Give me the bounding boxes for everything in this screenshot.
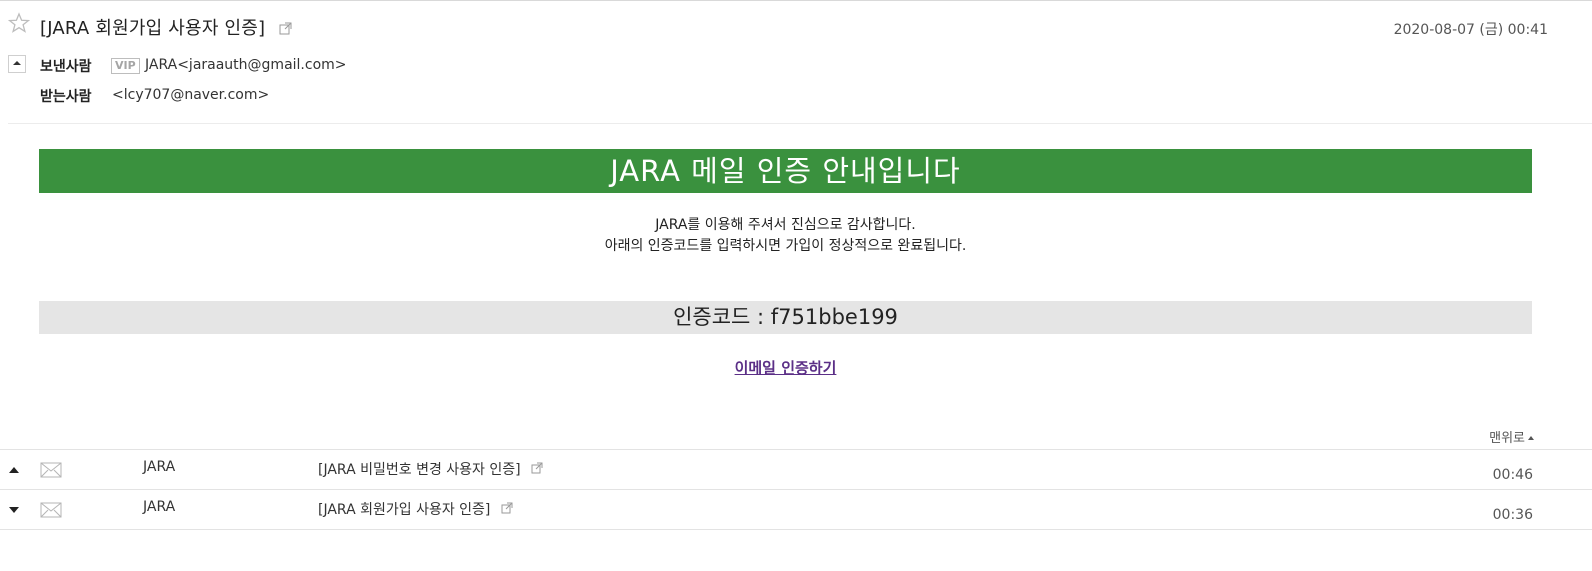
list-time: 00:46 <box>1492 467 1533 483</box>
mail-body-text: JARA를 이용해 주셔서 진심으로 감사합니다. 아래의 인증코드를 입력하시… <box>39 215 1532 257</box>
verify-link-wrap: 이메일 인증하기 <box>39 357 1532 378</box>
previous-mail-icon <box>9 467 19 473</box>
list-sender: JARA <box>143 499 176 515</box>
to-top-link[interactable]: 맨위로 <box>1489 427 1534 446</box>
mail-list: JARA [JARA 비밀번호 변경 사용자 인증] 00:46 JARA [J… <box>0 449 1592 530</box>
collapse-header-button[interactable] <box>8 55 26 73</box>
list-item[interactable]: JARA [JARA 회원가입 사용자 인증] 00:36 <box>0 489 1592 530</box>
next-mail-icon <box>9 507 19 513</box>
envelope-icon <box>40 460 62 478</box>
list-subject-text[interactable]: [JARA 비밀번호 변경 사용자 인증] <box>318 462 521 478</box>
list-subject-text[interactable]: [JARA 회원가입 사용자 인증] <box>318 502 490 518</box>
auth-code: 인증코드 : f751bbe199 <box>39 301 1532 334</box>
list-subject[interactable]: [JARA 회원가입 사용자 인증] <box>318 499 513 519</box>
receiver-label: 받는사람 <box>40 89 92 105</box>
list-sender: JARA <box>143 459 176 475</box>
envelope-icon <box>40 500 62 518</box>
header-divider <box>8 123 1592 124</box>
receiver-address[interactable]: <lcy707@naver.com> <box>112 87 269 103</box>
external-link-icon[interactable] <box>501 502 513 518</box>
mail-header: [JARA 회원가입 사용자 인증] 2020-08-07 (금) 00:41 … <box>0 0 1592 125</box>
body-line-1: JARA를 이용해 주셔서 진심으로 감사합니다. <box>655 217 916 233</box>
star-icon[interactable] <box>7 12 31 34</box>
external-link-icon[interactable] <box>279 19 292 40</box>
list-item[interactable]: JARA [JARA 비밀번호 변경 사용자 인증] 00:46 <box>0 449 1592 489</box>
subject-text: [JARA 회원가입 사용자 인증] <box>40 18 266 39</box>
body-line-2: 아래의 인증코드를 입력하시면 가입이 정상적으로 완료됩니다. <box>604 238 967 254</box>
vip-badge: VIP <box>111 58 140 74</box>
list-time: 00:36 <box>1492 507 1533 523</box>
mail-subject: [JARA 회원가입 사용자 인증] <box>40 14 292 40</box>
banner-title: JARA 메일 인증 안내입니다 <box>39 149 1532 193</box>
sender-address[interactable]: JARA<jaraauth@gmail.com> <box>145 57 347 73</box>
list-subject[interactable]: [JARA 비밀번호 변경 사용자 인증] <box>318 459 543 479</box>
mail-date: 2020-08-07 (금) 00:41 <box>1393 22 1548 38</box>
email-verify-link[interactable]: 이메일 인증하기 <box>735 359 837 377</box>
external-link-icon[interactable] <box>531 462 543 478</box>
sender-label: 보낸사람 <box>40 59 92 75</box>
